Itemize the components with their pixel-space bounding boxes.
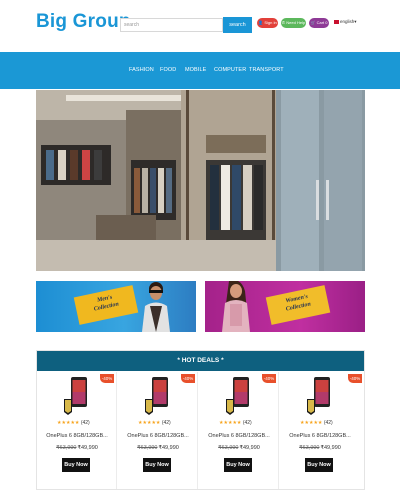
phone-image <box>226 377 249 415</box>
mens-collection-banner[interactable]: Men's Collection <box>36 281 196 332</box>
buy-now-button[interactable]: Buy Now <box>224 458 252 472</box>
rating-count: (42) <box>161 420 171 426</box>
product-name[interactable]: OnePlus 6 8GB/128GB... <box>37 433 117 439</box>
buy-now-button[interactable]: Buy Now <box>143 458 171 472</box>
old-price: ₹63,990 <box>56 445 77 451</box>
rating-count: (42) <box>323 420 333 426</box>
phone-image <box>307 377 330 415</box>
product-price: ₹63,990₹49,990 <box>280 445 360 451</box>
new-price: ₹49,990 <box>239 445 260 451</box>
nav-item-transport[interactable]: TRANSPORT <box>249 67 284 73</box>
uk-flag-icon <box>334 20 339 24</box>
search-input[interactable]: search <box>120 18 223 32</box>
main-nav: FASHION FOOD MOBILE COMPUTER TRANSPORT <box>0 52 400 89</box>
sign-in-button[interactable]: 👤 Sign In <box>257 18 278 28</box>
discount-badge: -40% <box>348 374 362 383</box>
nav-item-food[interactable]: FOOD <box>160 67 176 73</box>
product-rating: ★★★★★ (42) <box>219 420 252 426</box>
old-price: ₹63,990 <box>218 445 239 451</box>
new-price: ₹49,990 <box>158 445 179 451</box>
brand-logo[interactable]: Big Group <box>36 11 131 33</box>
old-price: ₹63,990 <box>137 445 158 451</box>
product-name[interactable]: OnePlus 6 8GB/128GB... <box>118 433 198 439</box>
product-price: ₹63,990₹49,990 <box>37 445 117 451</box>
clothing-store-illustration <box>36 90 365 271</box>
hot-deals-section: * HOT DEALS * -40% ★★★★★ (42) OnePlus 6 … <box>36 350 365 490</box>
buy-now-button[interactable]: Buy Now <box>305 458 333 472</box>
product-rating: ★★★★★ (42) <box>300 420 333 426</box>
hot-deals-title: * HOT DEALS * <box>37 351 364 371</box>
discount-badge: -40% <box>100 374 114 383</box>
nav-item-computer[interactable]: COMPUTER <box>214 67 246 73</box>
user-icon: 👤 <box>258 20 264 25</box>
cart-label: Cart 0 <box>316 20 328 25</box>
site-header: Big Group search search 👤 Sign In ✆ Need… <box>0 0 400 52</box>
hero-store-image <box>36 90 365 271</box>
search-button[interactable]: search <box>223 17 252 33</box>
product-name[interactable]: OnePlus 6 8GB/128GB... <box>199 433 279 439</box>
cart-button[interactable]: 🛒 Cart 0 <box>309 18 329 28</box>
need-help-button[interactable]: ✆ Need Help <box>281 18 306 28</box>
nav-item-fashion[interactable]: FASHION <box>129 67 154 73</box>
discount-badge: -40% <box>181 374 195 383</box>
rating-count: (42) <box>80 420 90 426</box>
product-card[interactable]: -40% ★★★★★ (42) OnePlus 6 8GB/128GB... ₹… <box>37 372 117 489</box>
need-help-label: Need Help <box>286 20 306 25</box>
old-price: ₹63,990 <box>299 445 320 451</box>
rating-count: (42) <box>242 420 252 426</box>
chevron-down-icon: ▾ <box>354 19 357 24</box>
new-price: ₹49,990 <box>320 445 341 451</box>
language-selector[interactable]: english▾ <box>334 19 357 25</box>
new-price: ₹49,990 <box>77 445 98 451</box>
nav-item-mobile[interactable]: MOBILE <box>185 67 206 73</box>
product-card[interactable]: -40% ★★★★★ (42) OnePlus 6 8GB/128GB... ₹… <box>280 372 364 489</box>
phone-icon: ✆ <box>281 20 286 25</box>
language-label: english <box>340 19 355 24</box>
discount-badge: -40% <box>262 374 276 383</box>
sign-in-label: Sign In <box>264 20 277 25</box>
product-card[interactable]: -40% ★★★★★ (42) OnePlus 6 8GB/128GB... ₹… <box>199 372 279 489</box>
phone-image <box>64 377 87 415</box>
cart-icon: 🛒 <box>310 20 316 25</box>
product-rating: ★★★★★ (42) <box>138 420 171 426</box>
product-name[interactable]: OnePlus 6 8GB/128GB... <box>280 433 360 439</box>
product-card[interactable]: -40% ★★★★★ (42) OnePlus 6 8GB/128GB... ₹… <box>118 372 198 489</box>
product-price: ₹63,990₹49,990 <box>199 445 279 451</box>
product-rating: ★★★★★ (42) <box>57 420 90 426</box>
product-price: ₹63,990₹49,990 <box>118 445 198 451</box>
buy-now-button[interactable]: Buy Now <box>62 458 90 472</box>
phone-image <box>145 377 168 415</box>
womens-collection-banner[interactable]: Women's Collection <box>205 281 365 332</box>
